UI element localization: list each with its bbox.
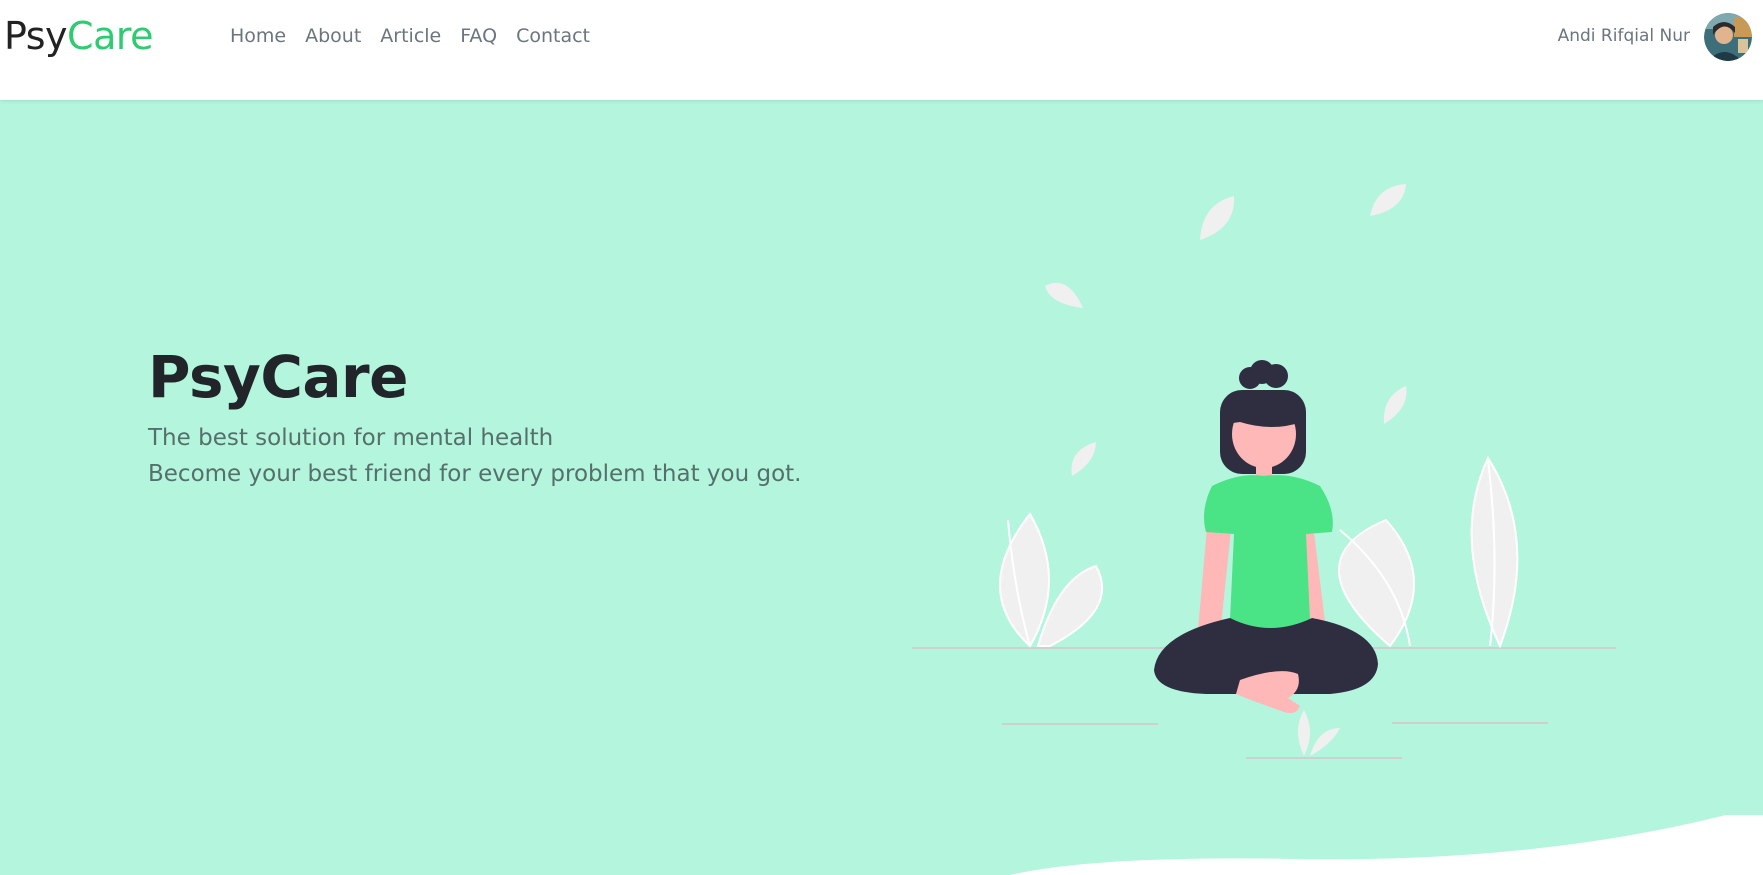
hero-title: PsyCare [148, 343, 408, 411]
right-plant-icon [1338, 455, 1519, 649]
meditation-illustration [912, 184, 1616, 759]
navbar: PsyCare Home About Article FAQ Contact A… [0, 0, 1763, 100]
brand-logo-part1: Psy [4, 14, 68, 58]
user-name[interactable]: Andi Rifqial Nur [1558, 25, 1690, 47]
brand-logo[interactable]: PsyCare [4, 14, 154, 58]
meditating-woman-icon [1154, 360, 1378, 714]
hero-subtitle-line1: The best solution for mental health [148, 425, 554, 451]
nav-link-about[interactable]: About [305, 24, 361, 48]
user-avatar[interactable] [1704, 13, 1752, 61]
bottom-wave-decoration [1010, 815, 1763, 875]
hero-section: PsyCare The best solution for mental hea… [0, 100, 1763, 875]
hero-subtitle-line2: Become your best friend for every proble… [148, 461, 802, 487]
brand-logo-part2: Care [67, 14, 154, 58]
left-plant-icon [999, 512, 1104, 648]
nav-links: Home About Article FAQ Contact [230, 24, 609, 48]
nav-link-home[interactable]: Home [230, 24, 286, 48]
nav-link-article[interactable]: Article [380, 24, 441, 48]
avatar-icon [1704, 13, 1752, 61]
sprout-icon [1298, 710, 1340, 756]
nav-link-contact[interactable]: Contact [516, 24, 590, 48]
nav-link-faq[interactable]: FAQ [460, 24, 497, 48]
